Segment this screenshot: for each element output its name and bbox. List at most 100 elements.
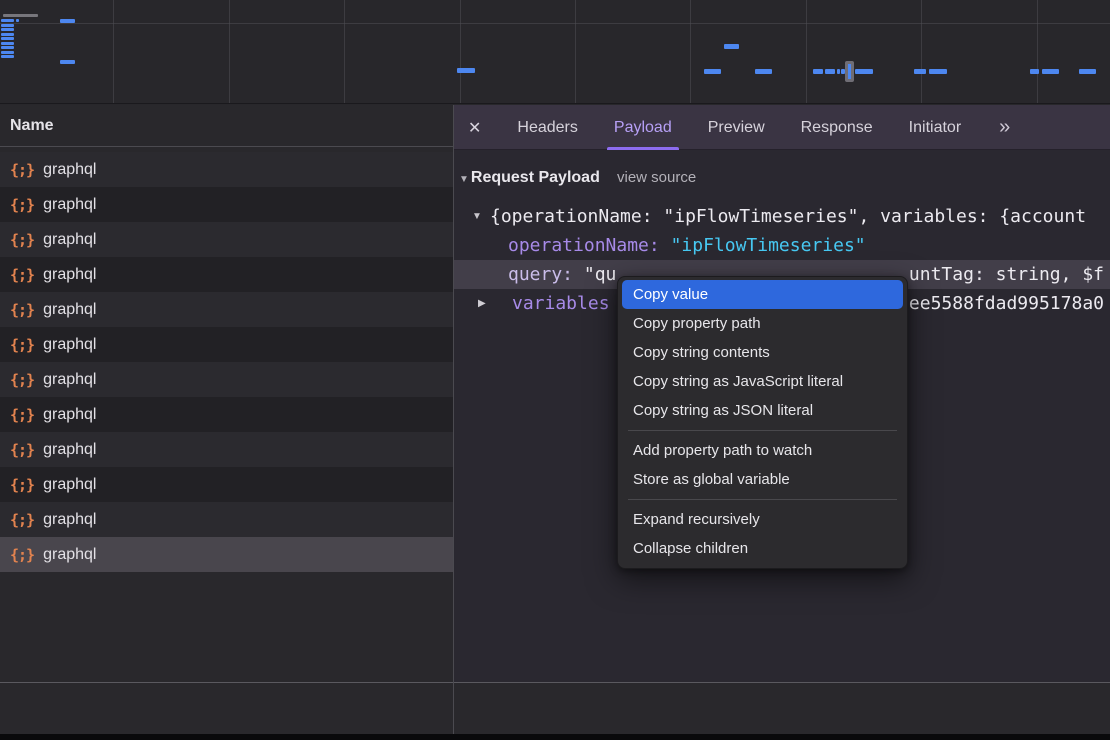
- timeline-gridline: [344, 0, 345, 103]
- timeline-gridline: [1037, 0, 1038, 103]
- request-row[interactable]: {;} graphql: [0, 257, 453, 292]
- request-timing-bar: [724, 44, 739, 49]
- request-timing-bar: [929, 69, 947, 74]
- close-icon[interactable]: ✕: [468, 118, 481, 138]
- timeline-gridline: [921, 0, 922, 103]
- request-name: graphql: [43, 476, 96, 494]
- fetch-json-icon: {;}: [10, 546, 34, 564]
- request-timing-bar: [1030, 69, 1039, 74]
- property-value-tail: ee5588fdad995178a0: [909, 289, 1104, 318]
- tab-payload[interactable]: Payload: [614, 105, 672, 150]
- request-name: graphql: [43, 231, 96, 249]
- request-timing-bar: [457, 68, 475, 73]
- timeline-gridline: [229, 0, 230, 103]
- property-value: "ipFlowTimeseries": [671, 235, 866, 256]
- collapse-triangle-icon: ▼: [459, 174, 469, 185]
- payload-root-row[interactable]: ▼ {operationName: "ipFlowTimeseries", va…: [454, 202, 1110, 231]
- property-key: variables: [512, 289, 610, 318]
- menu-separator: [628, 430, 897, 431]
- menu-item-collapse-children[interactable]: Collapse children: [618, 534, 907, 563]
- request-name: graphql: [43, 406, 96, 424]
- menu-item-expand-recursively[interactable]: Expand recursively: [618, 505, 907, 534]
- fetch-json-icon: {;}: [10, 371, 34, 389]
- fetch-json-icon: {;}: [10, 441, 34, 459]
- more-tabs-icon[interactable]: »: [999, 116, 1010, 139]
- request-row[interactable]: {;} graphql: [0, 537, 453, 572]
- property-value-tail: untTag: string, $f: [909, 260, 1104, 289]
- expanded-triangle-icon[interactable]: ▼: [472, 202, 482, 231]
- request-timing-bar: [1, 19, 14, 22]
- request-name: graphql: [43, 546, 96, 564]
- network-overview-timeline[interactable]: [0, 0, 1110, 104]
- view-source-link[interactable]: view source: [617, 169, 696, 186]
- request-timing-bar: [1, 24, 14, 27]
- request-row[interactable]: {;}graphql: [0, 362, 453, 397]
- request-timing-bar: [755, 69, 772, 74]
- section-title: Request Payload: [471, 169, 600, 187]
- menu-item-store-as-global-variable[interactable]: Store as global variable: [618, 465, 907, 494]
- request-timing-bar: [1, 33, 14, 36]
- request-timing-bar: [1, 28, 14, 31]
- context-menu: Copy valueCopy property pathCopy string …: [617, 276, 908, 569]
- request-timing-bar: [60, 60, 75, 64]
- request-row[interactable]: {;} graphql: [0, 467, 453, 502]
- timeline-gridline: [113, 0, 114, 103]
- collapsed-triangle-icon[interactable]: ▶: [478, 289, 486, 318]
- name-column-header[interactable]: Name: [0, 105, 453, 147]
- request-timing-bar: [914, 69, 926, 74]
- devtools-network-panel: Name {;}graphql{;}graphql{;}graphql{;}gr…: [0, 0, 1110, 740]
- menu-item-copy-property-path[interactable]: Copy property path: [618, 309, 907, 338]
- timeline-gridline: [0, 23, 1110, 24]
- timeline-hover-marker: [845, 61, 854, 82]
- payload-operationname-row[interactable]: operationName: "ipFlowTimeseries": [454, 231, 1110, 260]
- menu-item-add-property-path-to-watch[interactable]: Add property path to watch: [618, 436, 907, 465]
- request-row[interactable]: {;}graphql: [0, 502, 453, 537]
- request-name: graphql: [43, 266, 96, 284]
- request-timing-bar: [704, 69, 721, 74]
- menu-item-copy-value[interactable]: Copy value: [622, 280, 903, 309]
- request-row[interactable]: {;} graphql: [0, 152, 453, 187]
- panel-splitter[interactable]: [453, 105, 454, 734]
- timeline-gridline: [460, 0, 461, 103]
- fetch-json-icon: {;}: [10, 301, 34, 319]
- request-name: graphql: [43, 161, 96, 179]
- request-row[interactable]: {;}graphql: [0, 327, 453, 362]
- request-timing-bar: [1, 37, 14, 40]
- tab-response[interactable]: Response: [801, 105, 873, 150]
- fetch-json-icon: {;}: [10, 336, 34, 354]
- fetch-json-icon: {;}: [10, 231, 34, 249]
- fetch-json-icon: {;}: [10, 266, 34, 284]
- request-timing-bar: [825, 69, 835, 74]
- menu-item-copy-string-as-json-literal[interactable]: Copy string as JSON literal: [618, 396, 907, 425]
- request-name: graphql: [43, 441, 96, 459]
- requests-list-panel: Name {;}graphql{;}graphql{;}graphql{;}gr…: [0, 105, 453, 682]
- property-key: operationName:: [508, 235, 660, 256]
- request-name: graphql: [43, 511, 96, 529]
- menu-item-copy-string-as-javascript-literal[interactable]: Copy string as JavaScript literal: [618, 367, 907, 396]
- request-timing-bar: [855, 69, 873, 74]
- request-timing-bar: [60, 19, 75, 23]
- request-timing-bar: [1, 46, 14, 49]
- fetch-json-icon: {;}: [10, 476, 34, 494]
- request-row[interactable]: {;} graphql: [0, 432, 453, 467]
- bottom-edge-bar: [0, 734, 1110, 740]
- request-row[interactable]: {;}graphql: [0, 292, 453, 327]
- request-timing-bar: [1042, 69, 1059, 74]
- fetch-json-icon: {;}: [10, 161, 34, 179]
- detail-tab-bar: ✕ Headers Payload Preview Response Initiator…: [454, 105, 1110, 150]
- request-rows: {;} graphql {;} graphql {;} graphql {;} graphql…: [0, 152, 453, 572]
- menu-item-copy-string-contents[interactable]: Copy string contents: [618, 338, 907, 367]
- request-timing-bar: [1079, 69, 1096, 74]
- tab-headers[interactable]: Headers: [517, 105, 577, 150]
- tab-preview[interactable]: Preview: [708, 105, 765, 150]
- status-footer: [0, 682, 1110, 734]
- tab-initiator[interactable]: Initiator: [909, 105, 961, 150]
- request-timing-bar: [1, 51, 14, 54]
- request-row[interactable]: {;}graphql: [0, 187, 453, 222]
- request-payload-section-header[interactable]: ▼ Request Payload: [459, 169, 600, 187]
- menu-separator: [628, 499, 897, 500]
- request-row[interactable]: {;}graphql: [0, 397, 453, 432]
- request-row[interactable]: {;} graphql: [0, 222, 453, 257]
- timeline-gridline: [690, 0, 691, 103]
- timeline-gridline: [575, 0, 576, 103]
